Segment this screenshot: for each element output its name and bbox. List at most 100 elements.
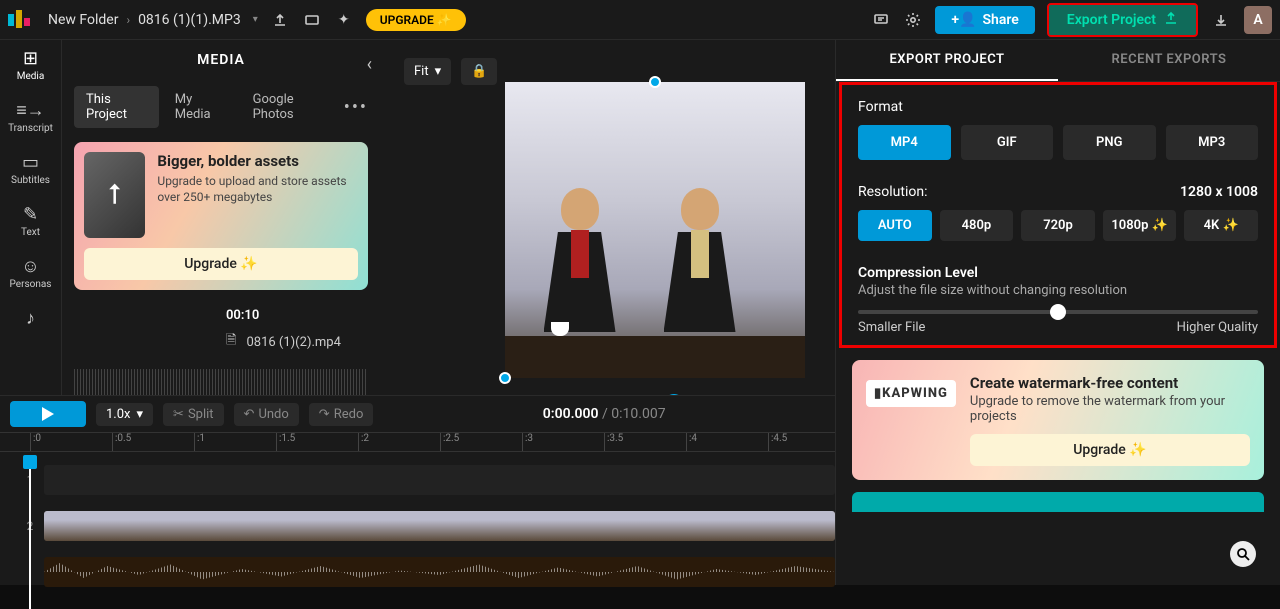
chevron-right-icon: › bbox=[126, 13, 130, 27]
watermark-card: ▮KAPWING Create watermark-free content U… bbox=[852, 360, 1264, 480]
breadcrumb-folder[interactable]: New Folder bbox=[48, 12, 118, 28]
slider-thumb[interactable] bbox=[1050, 304, 1066, 320]
share-button[interactable]: +👤 Share bbox=[935, 6, 1034, 34]
brand-logo bbox=[8, 10, 36, 30]
format-label: Format bbox=[858, 99, 1258, 115]
upload-icon[interactable] bbox=[270, 10, 290, 30]
tab-recent-exports[interactable]: RECENT EXPORTS bbox=[1058, 40, 1280, 81]
rail-transcript[interactable]: ≡→ Transcript bbox=[8, 100, 53, 134]
empty-track[interactable] bbox=[44, 465, 835, 495]
export-project-button[interactable]: Export Project bbox=[1047, 3, 1198, 37]
format-png[interactable]: PNG bbox=[1063, 125, 1156, 160]
comment-icon[interactable] bbox=[871, 10, 891, 30]
file-name: 0816 (1)(2).mp4 bbox=[246, 335, 340, 350]
compression-slider[interactable] bbox=[858, 310, 1258, 314]
media-panel: ‹ MEDIA This Project My Media Google Pho… bbox=[62, 40, 380, 395]
upgrade-card-body: Upgrade to upload and store assets over … bbox=[157, 174, 358, 205]
lock-button[interactable]: 🔒 bbox=[461, 58, 497, 85]
transcript-icon: ≡→ bbox=[16, 100, 45, 121]
breadcrumb-file[interactable]: 0816 (1)(1).MP3 bbox=[138, 12, 241, 28]
chevron-down-icon: ▾ bbox=[435, 64, 442, 79]
tab-my-media[interactable]: My Media bbox=[163, 86, 237, 128]
rail-subtitles[interactable]: ▭ Subtitles bbox=[11, 152, 50, 186]
res-480p[interactable]: 480p bbox=[940, 210, 1014, 241]
lock-icon: 🔒 bbox=[471, 64, 487, 79]
resize-handle-bottom-left[interactable] bbox=[499, 372, 511, 384]
file-row[interactable]: 🗎 0816 (1)(2).mp4 bbox=[222, 327, 368, 357]
tab-google-photos[interactable]: Google Photos bbox=[241, 86, 340, 128]
res-720p[interactable]: 720p bbox=[1021, 210, 1095, 241]
format-gif[interactable]: GIF bbox=[961, 125, 1054, 160]
file-duration-row: 00:10 bbox=[222, 304, 368, 327]
rail-audio[interactable]: ♪ bbox=[26, 308, 35, 329]
playhead[interactable] bbox=[23, 455, 37, 469]
resize-handle-top[interactable] bbox=[649, 76, 661, 88]
compression-title: Compression Level bbox=[858, 265, 1258, 281]
tab-this-project[interactable]: This Project bbox=[74, 86, 159, 128]
collapse-panel-icon[interactable]: ‹ bbox=[367, 54, 372, 75]
music-icon: ♪ bbox=[26, 308, 35, 329]
more-dots-icon[interactable]: ••• bbox=[344, 97, 368, 118]
undo-button[interactable]: ↶Undo bbox=[234, 403, 299, 426]
watermark-title: Create watermark-free content bbox=[970, 374, 1250, 392]
subtitles-icon: ▭ bbox=[22, 152, 39, 173]
breadcrumb[interactable]: New Folder › 0816 (1)(1).MP3 ▾ bbox=[48, 12, 258, 28]
timeline-track-1[interactable]: 1 bbox=[24, 462, 835, 498]
personas-icon: ☺ bbox=[21, 256, 39, 277]
rail-personas[interactable]: ☺ Personas bbox=[10, 256, 52, 290]
export-label: Export Project bbox=[1067, 12, 1156, 28]
search-icon[interactable] bbox=[1230, 541, 1256, 567]
ruler-tick: :2 bbox=[358, 433, 369, 451]
ruler-tick: :3.5 bbox=[604, 433, 623, 451]
format-mp3[interactable]: MP3 bbox=[1166, 125, 1259, 160]
export-panel: EXPORT PROJECT RECENT EXPORTS Format MP4… bbox=[835, 40, 1280, 585]
audio-clip[interactable] bbox=[44, 557, 835, 587]
video-clip[interactable] bbox=[44, 511, 835, 541]
upgrade-card-title: Bigger, bolder assets bbox=[157, 152, 358, 170]
text-icon: ✎ bbox=[23, 204, 38, 225]
card-view-icon[interactable] bbox=[302, 10, 322, 30]
gear-icon[interactable] bbox=[903, 10, 923, 30]
kapwing-logo: ▮KAPWING bbox=[866, 380, 956, 407]
play-button[interactable] bbox=[10, 401, 86, 427]
format-mp4[interactable]: MP4 bbox=[858, 125, 951, 160]
split-button[interactable]: ✂Split bbox=[163, 403, 224, 426]
export-icon bbox=[1164, 11, 1178, 29]
timeline-ruler[interactable]: :0:0.5:1:1.5:2:2.5:3:3.5:4:4.5 bbox=[0, 432, 835, 452]
video-content bbox=[505, 82, 805, 378]
resolution-label: Resolution: bbox=[858, 184, 927, 200]
ruler-tick: :4 bbox=[686, 433, 697, 451]
download-icon[interactable] bbox=[1210, 9, 1232, 31]
res-1080p[interactable]: 1080p ✨ bbox=[1103, 210, 1177, 241]
res-auto[interactable]: AUTO bbox=[858, 210, 932, 241]
chevron-down-icon: ▾ bbox=[137, 407, 144, 422]
ruler-tick: :1.5 bbox=[276, 433, 295, 451]
left-rail: ⊞ Media ≡→ Transcript ▭ Subtitles ✎ Text… bbox=[0, 40, 62, 395]
media-icon: ⊞ bbox=[23, 48, 38, 69]
zoom-selector[interactable]: 1.0x ▾ bbox=[96, 403, 153, 426]
redo-button[interactable]: ↷Redo bbox=[309, 403, 374, 426]
scissors-icon: ✂ bbox=[173, 407, 184, 422]
ruler-tick: :3 bbox=[522, 433, 533, 451]
rail-media[interactable]: ⊞ Media bbox=[17, 48, 45, 82]
share-label: Share bbox=[982, 12, 1018, 28]
avatar[interactable]: A bbox=[1244, 6, 1272, 34]
ruler-tick: :0 bbox=[30, 433, 41, 451]
upgrade-card: ⭡ Bigger, bolder assets Upgrade to uploa… bbox=[74, 142, 368, 290]
fit-dropdown[interactable]: Fit ▾ bbox=[404, 58, 451, 85]
next-card-peek[interactable] bbox=[852, 492, 1264, 512]
slider-min-label: Smaller File bbox=[858, 320, 925, 335]
watermark-upgrade-button[interactable]: Upgrade ✨ bbox=[970, 434, 1250, 466]
resolution-value: 1280 x 1008 bbox=[1180, 184, 1258, 200]
file-duration: 00:10 bbox=[226, 308, 259, 323]
ruler-tick: :2.5 bbox=[440, 433, 459, 451]
chevron-down-icon[interactable]: ▾ bbox=[253, 14, 258, 25]
video-frame[interactable]: ⟳ bbox=[505, 82, 805, 378]
tab-export-project[interactable]: EXPORT PROJECT bbox=[836, 40, 1058, 81]
rail-text[interactable]: ✎ Text bbox=[21, 204, 40, 238]
timeline-track-2[interactable]: 2 bbox=[24, 508, 835, 544]
upgrade-card-button[interactable]: Upgrade ✨ bbox=[84, 248, 358, 280]
sparkle-icon[interactable]: ✦ bbox=[334, 10, 354, 30]
upgrade-pill[interactable]: UPGRADE ✨ bbox=[366, 9, 466, 31]
res-4k[interactable]: 4K ✨ bbox=[1184, 210, 1258, 241]
